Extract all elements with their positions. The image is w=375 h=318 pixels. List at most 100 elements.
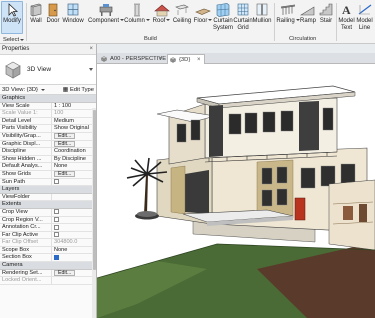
property-value[interactable]: Edit... (52, 132, 96, 140)
chevron-down-icon (40, 88, 45, 91)
scrollbar-thumb[interactable] (92, 110, 96, 270)
property-value[interactable] (52, 277, 96, 284)
checkbox[interactable] (54, 217, 59, 222)
property-row[interactable]: Crop View (0, 208, 96, 217)
edit-button[interactable]: Edit... (54, 269, 76, 276)
cursor-arrow-icon (8, 3, 19, 17)
property-value[interactable]: Edit... (52, 269, 96, 277)
component-button[interactable]: Component (88, 2, 125, 34)
property-value[interactable] (52, 209, 96, 216)
property-value[interactable]: Edit... (52, 170, 96, 178)
section-header[interactable]: Graphics (0, 95, 96, 103)
modify-label: Modify (3, 18, 21, 24)
property-row[interactable]: Visibility/Grap... Edit... (0, 132, 96, 141)
property-row[interactable]: Locked Orient... (0, 277, 96, 285)
property-row[interactable]: Show Grids Edit... (0, 170, 96, 179)
property-row[interactable]: Far Clip Offset 304800.0 (0, 239, 96, 247)
instance-selector[interactable]: 3D View: {3D} ▦ Edit Type (0, 85, 96, 95)
property-value[interactable] (52, 194, 96, 201)
property-row[interactable]: Default Analys... None (0, 163, 96, 171)
property-row[interactable]: Graphic Displ... Edit... (0, 140, 96, 149)
building-model-render[interactable] (97, 64, 375, 318)
edit-button[interactable]: Edit... (54, 132, 76, 139)
section-header[interactable]: Camera (0, 262, 96, 270)
property-value[interactable] (52, 217, 96, 224)
property-row[interactable]: Show Hidden ... By Discipline (0, 155, 96, 164)
chevron-down-icon (20, 38, 25, 41)
wall-label: Wall (30, 18, 42, 24)
stair-button[interactable]: Stair (318, 2, 334, 34)
property-row[interactable]: Scope Box None (0, 246, 96, 255)
properties-scrollbar[interactable] (92, 108, 96, 318)
checkbox[interactable] (54, 209, 59, 215)
property-row[interactable]: Section Box (0, 254, 96, 263)
property-row[interactable]: Rendering Set... Edit... (0, 269, 96, 278)
edit-type-label: Edit Type (69, 87, 94, 93)
tab-a00-perspective[interactable]: A00 - PERSPECTIVE × (99, 54, 167, 64)
property-value[interactable]: Show Original (52, 125, 96, 132)
property-row[interactable]: ViewFolder (0, 193, 96, 202)
checkbox[interactable] (54, 224, 59, 230)
property-row[interactable]: Annotation Cr... (0, 224, 96, 232)
curtain-system-label: Curtain System (212, 18, 233, 31)
door-button[interactable]: Door (46, 2, 60, 34)
close-icon[interactable]: × (89, 44, 93, 55)
property-row[interactable]: Parts Visibility Show Original (0, 125, 96, 133)
property-value[interactable] (52, 179, 96, 186)
property-value[interactable]: By Discipline (52, 156, 96, 163)
property-value[interactable]: None (52, 247, 96, 254)
property-row[interactable]: Crop Region V... (0, 216, 96, 225)
roof-button[interactable]: Roof (153, 2, 171, 34)
edit-button[interactable]: Edit... (54, 140, 76, 147)
edit-type-button[interactable]: ▦ Edit Type (63, 86, 94, 93)
property-name: Show Grids (0, 170, 52, 178)
property-value[interactable]: Medium (52, 118, 96, 125)
checkbox[interactable] (54, 179, 59, 185)
edit-button[interactable]: Edit... (54, 170, 76, 177)
property-value[interactable]: Coordination (52, 148, 96, 155)
wall-button[interactable]: Wall (28, 2, 44, 34)
3d-viewport[interactable] (97, 64, 375, 318)
close-icon[interactable]: × (159, 54, 163, 64)
property-name: Scope Box (0, 246, 52, 254)
model-text-button[interactable]: A Model Text (338, 2, 355, 34)
checkbox[interactable] (54, 254, 59, 260)
property-row[interactable]: Scale Value 1: 100 (0, 110, 96, 118)
property-row[interactable]: Detail Level Medium (0, 117, 96, 126)
property-value[interactable] (52, 232, 96, 239)
property-value[interactable]: None (52, 163, 96, 170)
property-row[interactable]: Discipline Coordination (0, 148, 96, 156)
property-row[interactable]: Far Clip Active (0, 231, 96, 240)
mullion-button[interactable]: Mullion (252, 2, 272, 34)
edit-type-icon: ▦ (62, 87, 69, 93)
model-line-button[interactable]: Model Line (356, 2, 373, 34)
section-header[interactable]: Extents (0, 201, 96, 209)
curtain-system-button[interactable]: Curtain System (212, 2, 234, 34)
tab-3d[interactable]: {3D} × (167, 54, 205, 64)
select-dropdown[interactable]: Select (3, 35, 25, 44)
window-button[interactable]: Window (62, 2, 84, 34)
property-name: ViewFolder (0, 193, 52, 201)
modify-button[interactable]: Modify (1, 1, 23, 34)
section-header[interactable]: Layers (0, 186, 96, 194)
type-selector[interactable]: 3D View (0, 55, 96, 85)
railing-icon (280, 4, 296, 15)
curtain-grid-button[interactable]: Curtain Grid (233, 2, 253, 34)
view-tabs: A00 - PERSPECTIVE × {3D} × (97, 53, 375, 64)
property-value[interactable]: 100 (52, 110, 96, 117)
property-row[interactable]: View Scale 1 : 100 (0, 102, 96, 111)
properties-title: Properties × (0, 44, 96, 55)
property-value[interactable] (52, 224, 96, 231)
property-name: View Scale (0, 102, 52, 110)
railing-button[interactable]: Railing (276, 2, 300, 34)
ceiling-button[interactable]: Ceiling (172, 2, 192, 34)
property-value[interactable]: Edit... (52, 140, 96, 148)
property-value[interactable]: 304800.0 (52, 239, 96, 246)
floor-button[interactable]: Floor (194, 2, 213, 34)
property-row[interactable]: Sun Path (0, 178, 96, 187)
column-button[interactable]: Column (124, 2, 150, 34)
property-value[interactable]: 1 : 100 (52, 103, 96, 110)
ramp-button[interactable]: Ramp (300, 2, 316, 34)
property-value[interactable] (52, 254, 96, 261)
checkbox[interactable] (54, 232, 59, 238)
